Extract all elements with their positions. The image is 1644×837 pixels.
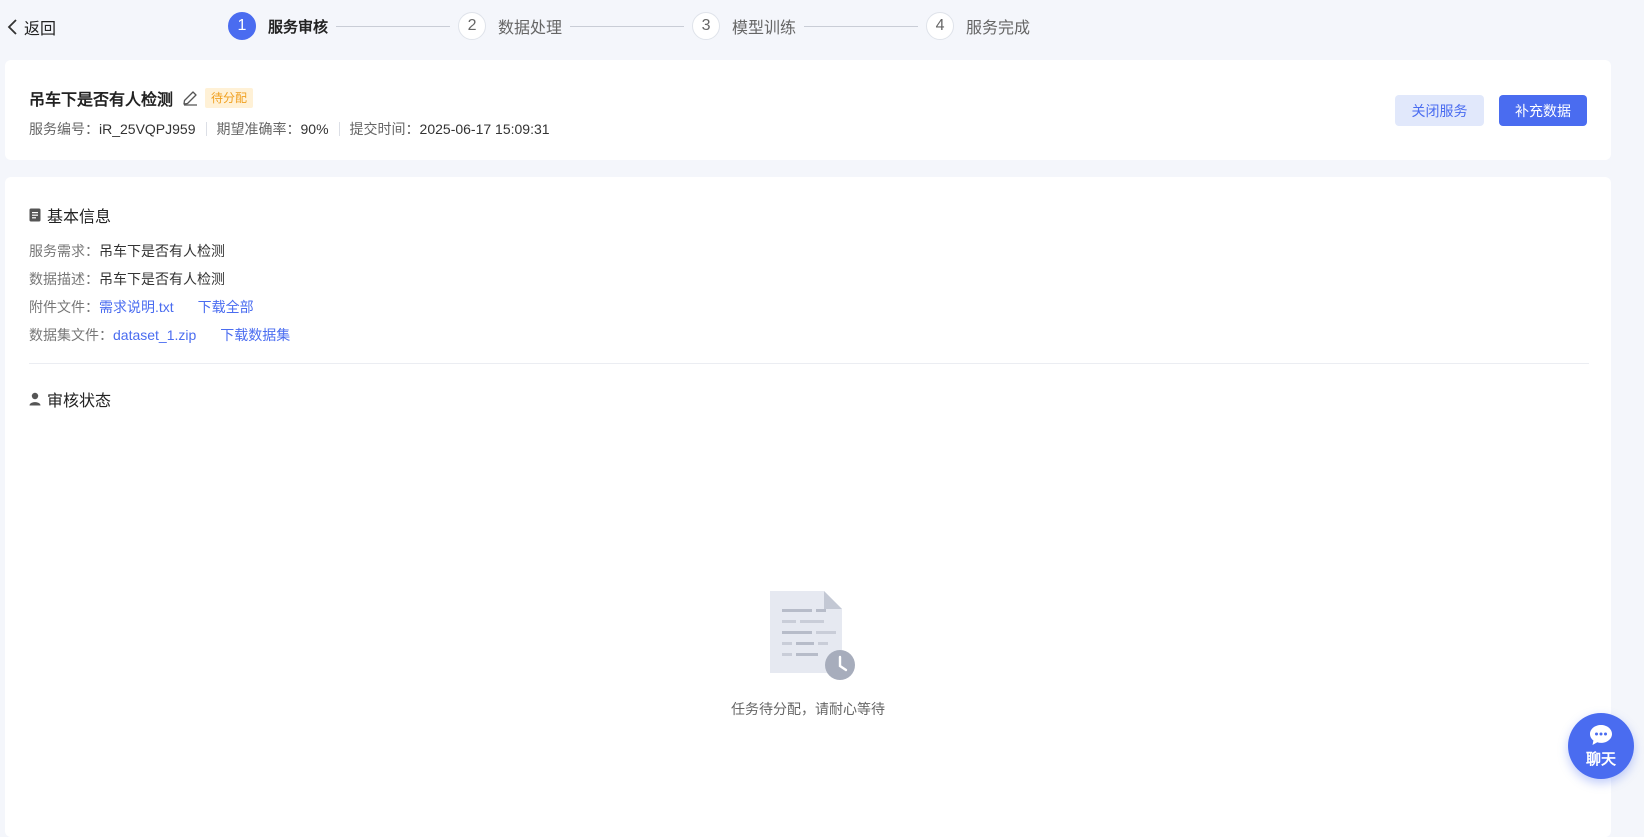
basic-info-title-text: 基本信息 [47, 209, 112, 226]
accuracy-label: 期望准确率： [216, 121, 301, 137]
demand-label: 服务需求： [29, 243, 99, 259]
title-row: 吊车下是否有人检测 待分配 [29, 86, 254, 110]
step-connector [570, 25, 685, 27]
detail-card: 基本信息 服务需求： 吊车下是否有人检测 数据描述： 吊车下是否有人检测 附件文… [5, 177, 1611, 837]
chat-button[interactable]: 聊天 [1568, 713, 1634, 779]
step-number: 3 [692, 12, 721, 40]
demand-value: 吊车下是否有人检测 [99, 243, 225, 259]
service-title: 吊车下是否有人检测 [29, 92, 174, 109]
step-connector [336, 25, 451, 27]
step-label: 服务审核 [268, 18, 329, 36]
step-label: 模型训练 [732, 20, 797, 37]
description-value: 吊车下是否有人检测 [99, 271, 225, 287]
chat-label: 聊天 [1585, 750, 1616, 768]
chevron-left-icon [6, 18, 20, 36]
step-number: 2 [458, 12, 487, 40]
review-status-title: 审核状态 [29, 387, 111, 411]
review-status-title-text: 审核状态 [47, 393, 112, 410]
back-label: 返回 [24, 21, 57, 38]
meta-divider [205, 122, 207, 136]
dataset-file-link[interactable]: dataset_1.zip [113, 327, 196, 343]
chat-bubble-icon [1589, 724, 1613, 746]
status-badge: 待分配 [205, 88, 254, 108]
clock-document-icon [762, 587, 858, 683]
attachment-file-link[interactable]: 需求说明.txt [99, 297, 174, 317]
meta-divider [338, 122, 340, 136]
step-1: 1 服务审核 [228, 12, 328, 40]
user-icon [29, 392, 41, 406]
download-dataset-link[interactable]: 下载数据集 [220, 325, 290, 345]
step-label: 服务完成 [966, 20, 1031, 37]
description-row: 数据描述： 吊车下是否有人检测 [29, 269, 225, 289]
step-connector [804, 25, 919, 27]
download-all-link[interactable]: 下载全部 [198, 297, 254, 317]
add-data-button[interactable]: 补充数据 [1499, 95, 1587, 126]
close-service-button[interactable]: 关闭服务 [1395, 95, 1484, 126]
step-number: 4 [926, 12, 955, 40]
step-4: 4 服务完成 [926, 12, 1030, 40]
step-label: 数据处理 [498, 20, 563, 37]
service-id-value: iR_25VQPJ959 [99, 121, 196, 137]
section-divider [29, 363, 1589, 364]
meta-row: 服务编号： iR_25VQPJ959 期望准确率： 90% 提交时间： 2025… [29, 119, 550, 139]
back-button[interactable]: 返回 [6, 15, 56, 39]
step-number: 1 [228, 12, 256, 40]
attachment-row: 附件文件： 需求说明.txt 下载全部 [29, 297, 254, 317]
accuracy-value: 90% [300, 121, 329, 137]
service-id-label: 服务编号： [29, 121, 99, 137]
top-bar: 返回 1 服务审核 2 数据处理 3 模型训练 4 服务完成 [0, 0, 1644, 52]
dataset-label: 数据集文件： [29, 327, 113, 343]
submit-time-label: 提交时间： [349, 121, 420, 137]
edit-icon[interactable] [181, 89, 199, 107]
empty-state-text: 任务待分配，请耐心等待 [731, 701, 885, 717]
document-icon [29, 208, 41, 222]
basic-info-title: 基本信息 [29, 203, 111, 227]
step-3: 3 模型训练 [692, 12, 796, 40]
service-header-card: 吊车下是否有人检测 待分配 服务编号： iR_25VQPJ959 期望准确率： … [5, 60, 1611, 160]
progress-steps: 1 服务审核 2 数据处理 3 模型训练 4 服务完成 [228, 12, 1030, 40]
submit-time-value: 2025-06-17 15:09:31 [419, 121, 550, 137]
description-label: 数据描述： [29, 271, 99, 287]
dataset-row: 数据集文件： dataset_1.zip 下载数据集 [29, 325, 290, 345]
attachment-label: 附件文件： [29, 299, 99, 315]
demand-row: 服务需求： 吊车下是否有人检测 [29, 241, 225, 261]
step-2: 2 数据处理 [458, 12, 562, 40]
